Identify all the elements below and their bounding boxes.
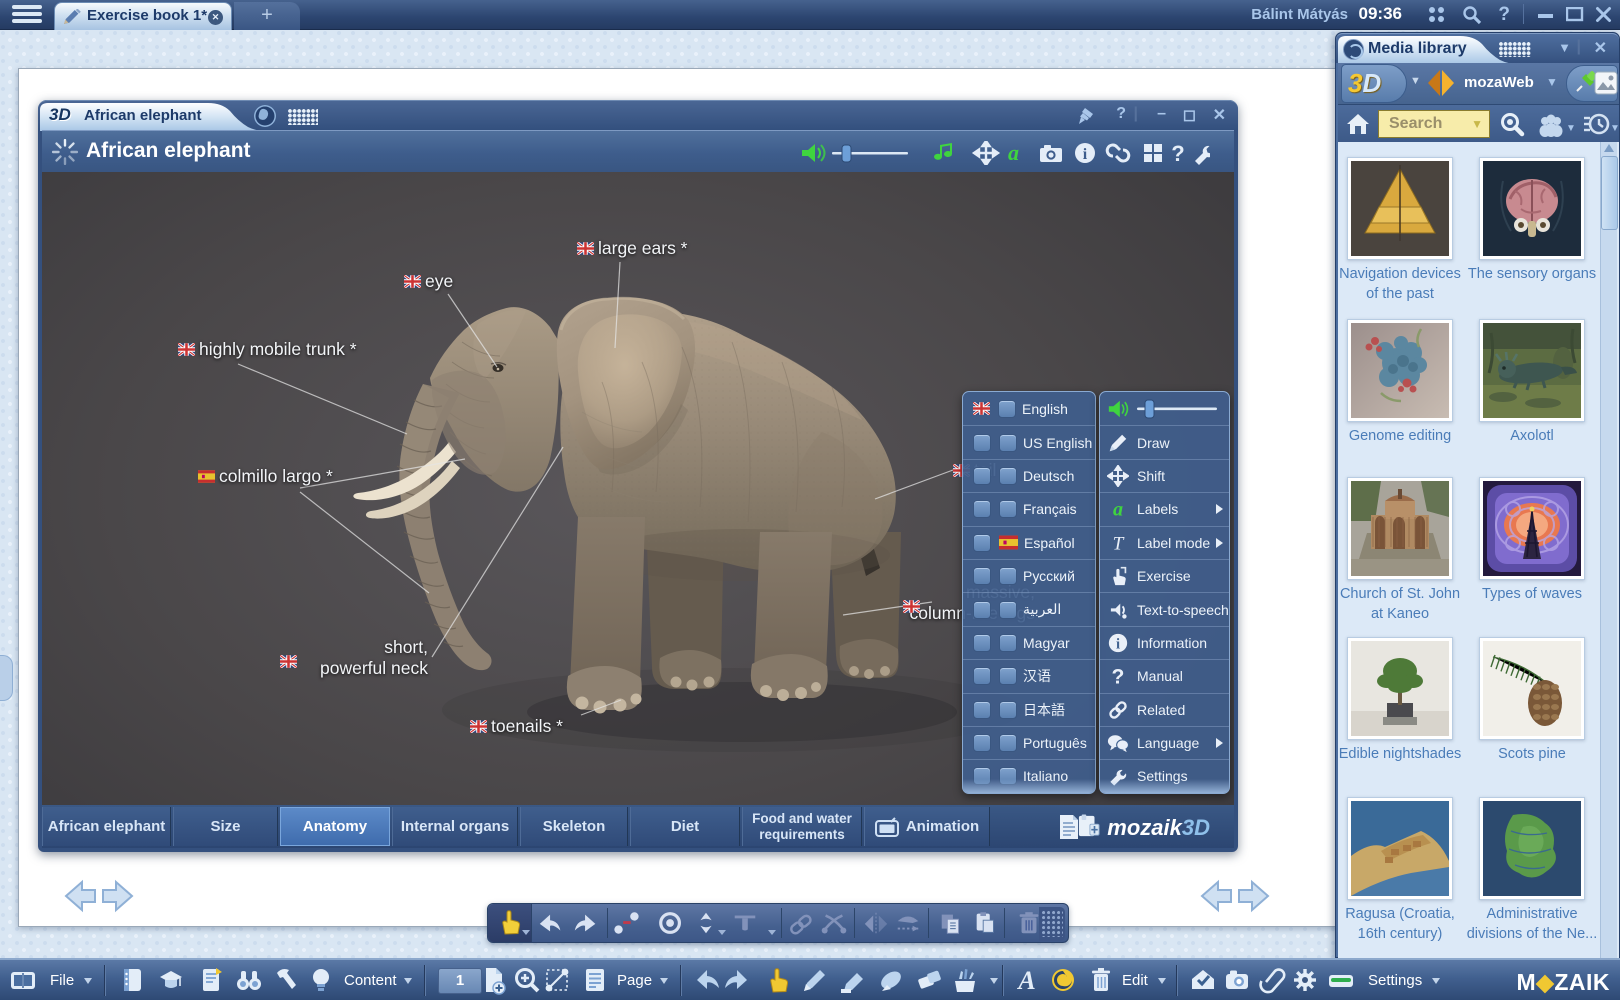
svg-text:A: A — [1016, 966, 1035, 995]
svg-text:a: a — [1008, 141, 1019, 165]
svg-text:?: ? — [1171, 141, 1184, 165]
svg-text:i: i — [1083, 146, 1088, 163]
svg-text:a: a — [1113, 499, 1123, 521]
svg-text:T: T — [1113, 533, 1125, 554]
svg-text:i: i — [1116, 636, 1120, 652]
svg-text:?: ? — [1112, 666, 1125, 688]
